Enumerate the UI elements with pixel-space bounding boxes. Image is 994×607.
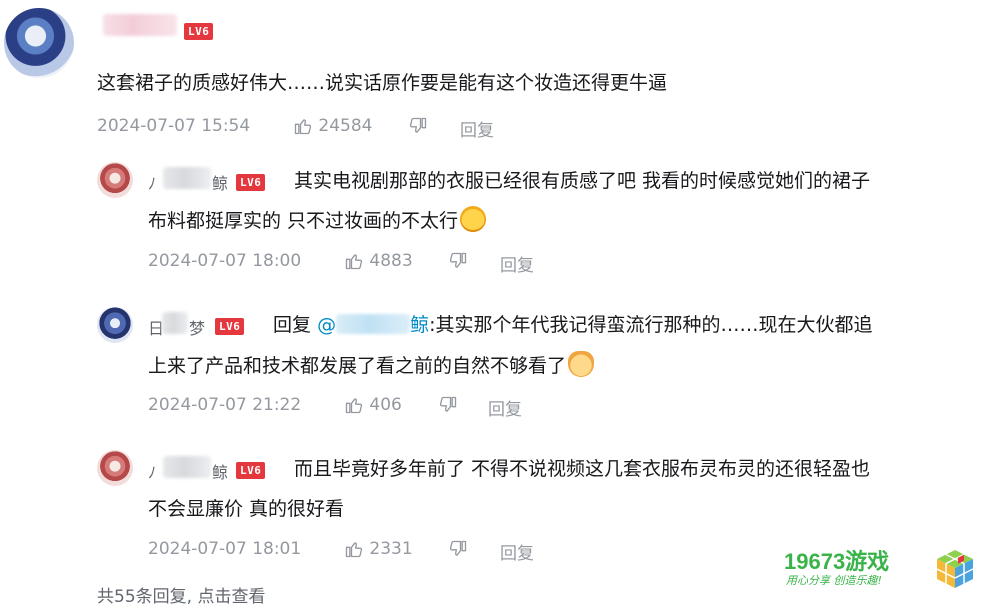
username-blurred[interactable] — [163, 167, 211, 189]
mention-at: @ — [317, 314, 337, 336]
reply-text-line2: 不会显廉价 真的很好看 — [148, 498, 345, 520]
reply-text-line1: 而且毕竟好多年前了 不得不说视频这几套衣服布灵布灵的还很轻盈也 — [294, 458, 871, 480]
thumb-down-icon — [409, 117, 427, 133]
like-button[interactable]: 406 — [344, 395, 402, 415]
reply-button[interactable]: 回复 — [488, 395, 522, 420]
dislike-button[interactable] — [448, 539, 468, 559]
username-blurred[interactable] — [163, 456, 211, 478]
username-end[interactable]: 鲸 — [212, 170, 228, 194]
like-button[interactable]: 24584 — [293, 116, 373, 136]
reply-text: :其实那个年代我记得蛮流行那种的……现在大伙都追 — [429, 314, 873, 336]
timestamp: 2024-07-07 15:54 — [97, 116, 251, 136]
thumb-up-icon — [345, 542, 363, 558]
reply-meta: 2024-07-07 18:00 4883 回复 — [148, 251, 608, 276]
reply-text-line1: 其实电视剧那部的衣服已经很有质感了吧 我看的时候感觉她们的裙子 — [294, 170, 871, 192]
reply-text-line2: 上来了产品和技术都发展了看之前的自然不够看了 — [148, 350, 595, 383]
thumb-up-icon — [345, 398, 363, 414]
thumb-down-icon — [439, 396, 457, 412]
avatar[interactable] — [4, 8, 74, 78]
thumb-down-icon — [449, 540, 467, 556]
comment-thread: LV6 这套裙子的质感好伟大……说实话原作要是能有这个妆造还得更牛逼 2024-… — [0, 0, 994, 607]
reply-button[interactable]: 回复 — [460, 116, 494, 141]
username-blurred[interactable] — [103, 14, 177, 36]
reply-meta: 2024-07-07 18:01 2331 回复 — [148, 539, 608, 564]
thumb-up-icon — [294, 119, 312, 135]
mention-link[interactable]: @ 鲸 — [317, 314, 429, 336]
timestamp: 2024-07-07 18:00 — [148, 251, 302, 271]
laugh-cry-emoji — [460, 206, 487, 232]
reply-text: 上来了产品和技术都发展了看之前的自然不够看了 — [148, 355, 567, 377]
username-blurred[interactable] — [162, 312, 188, 334]
thumb-up-icon — [345, 254, 363, 270]
level-badge: LV6 — [236, 174, 266, 191]
dislike-button[interactable] — [438, 395, 458, 415]
view-more-replies-link[interactable]: 共55条回复, 点击查看 — [97, 582, 265, 607]
username-end[interactable]: 鲸 — [212, 459, 228, 483]
like-count: 2331 — [369, 539, 413, 559]
username-end[interactable]: 梦 — [189, 315, 205, 339]
level-badge: LV6 — [236, 462, 266, 479]
level-badge: LV6 — [184, 23, 214, 40]
avatar[interactable] — [97, 450, 133, 486]
like-button[interactable]: 2331 — [344, 539, 413, 559]
thumb-down-icon — [449, 252, 467, 268]
dislike-button[interactable] — [408, 116, 428, 136]
like-count: 406 — [369, 395, 402, 415]
username-start[interactable]: ﾉ — [148, 459, 156, 483]
watermark-subtitle: 用心分享 创造乐趣! — [786, 574, 882, 587]
reply-text-line2: 布料都挺厚实的 只不过妆画的不太行 — [148, 205, 487, 238]
timestamp: 2024-07-07 18:01 — [148, 539, 302, 559]
comment-text: 这套裙子的质感好伟大……说实话原作要是能有这个妆造还得更牛逼 — [97, 72, 668, 94]
comment-meta: 2024-07-07 15:54 24584 回复 — [97, 116, 617, 141]
cube-logo-icon — [936, 550, 974, 588]
mention-end: 鲸 — [410, 314, 430, 336]
reply-button[interactable]: 回复 — [500, 251, 534, 276]
cat-emoji — [568, 351, 595, 377]
timestamp: 2024-07-07 21:22 — [148, 395, 302, 415]
avatar[interactable] — [97, 162, 133, 198]
reply-button[interactable]: 回复 — [500, 539, 534, 564]
mention-username-blurred[interactable] — [336, 314, 411, 334]
watermark-logo: 19673游戏 用心分享 创造乐趣! — [784, 544, 979, 594]
avatar[interactable] — [97, 307, 133, 343]
reply-prefix: 回复 — [273, 314, 312, 336]
dislike-button[interactable] — [448, 251, 468, 271]
like-count: 24584 — [318, 116, 373, 136]
like-count: 4883 — [369, 251, 413, 271]
like-button[interactable]: 4883 — [344, 251, 413, 271]
reply-text-line1: 回复 @ 鲸:其实那个年代我记得蛮流行那种的……现在大伙都追 — [273, 309, 872, 342]
reply-meta: 2024-07-07 21:22 406 回复 — [148, 395, 608, 420]
reply-text: 布料都挺厚实的 只不过妆画的不太行 — [148, 210, 459, 232]
username-start[interactable]: ﾉ — [148, 170, 156, 194]
level-badge: LV6 — [215, 318, 245, 335]
